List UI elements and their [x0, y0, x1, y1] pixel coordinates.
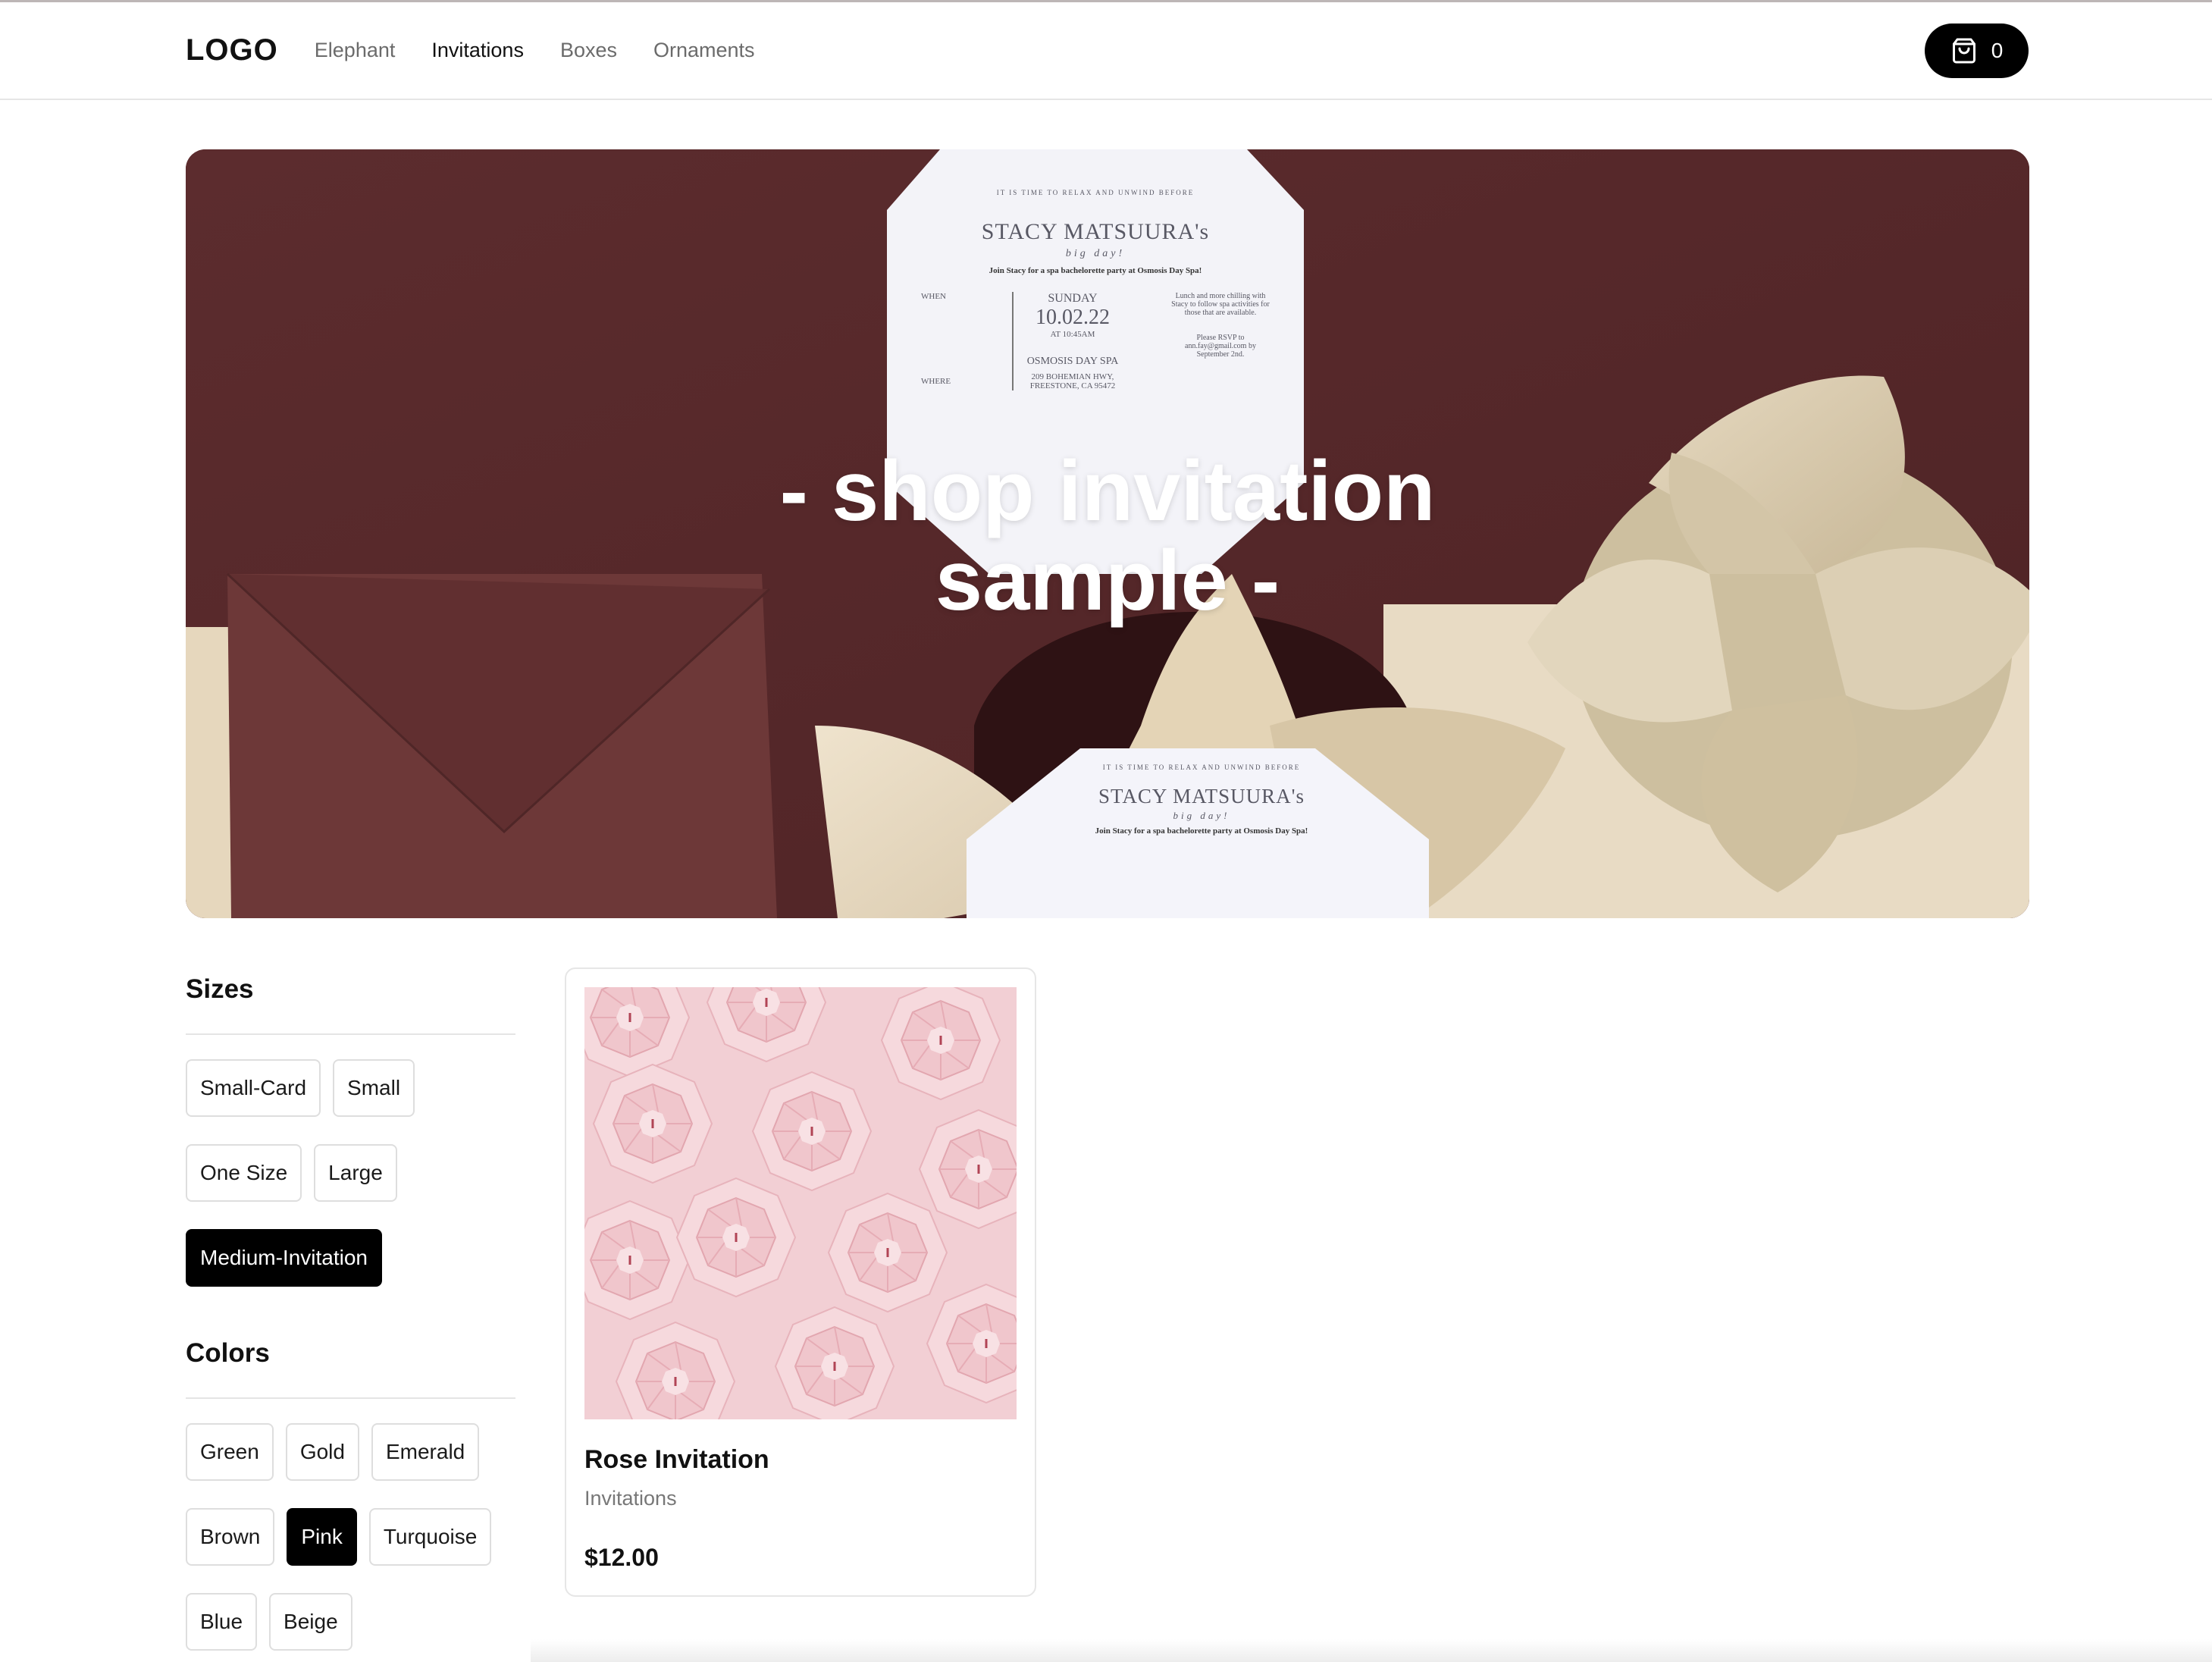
- colors-filter: Colors Green Gold Emerald Brown Pink Tur…: [186, 1329, 515, 1651]
- invitation-intro: Join Stacy for a spa bachelorette party …: [989, 266, 1202, 275]
- size-chip-small-card[interactable]: Small-Card: [186, 1059, 321, 1117]
- colors-divider: [186, 1397, 515, 1399]
- shopping-bag-icon: [1952, 38, 1975, 63]
- invitation-date: 10.02.22: [1036, 306, 1110, 329]
- invitation-bottom-name: STACY MATSUURA's: [1098, 785, 1305, 807]
- site-header: LOGO Elephant Invitations Boxes Ornament…: [0, 2, 2212, 100]
- product-image[interactable]: [584, 987, 1017, 1419]
- nav-link-invitations[interactable]: Invitations: [431, 39, 524, 62]
- nav-link-boxes[interactable]: Boxes: [560, 39, 617, 62]
- rose-pattern-image: [584, 987, 1017, 1419]
- invitation-bottom-tagline: big day!: [1173, 810, 1230, 821]
- color-chip-blue[interactable]: Blue: [186, 1593, 258, 1651]
- invitation-bottom-arc: IT IS TIME TO RELAX AND UNWIND BEFORE: [1102, 764, 1301, 771]
- color-chip-emerald[interactable]: Emerald: [371, 1423, 480, 1481]
- hero-title-line-1: - shop invitation: [779, 444, 1436, 538]
- invitation-day: SUNDAY: [1048, 292, 1098, 305]
- invitation-where-label: WHERE: [921, 377, 951, 386]
- invitation-labels: WHEN WHERE: [921, 292, 967, 390]
- size-chip-small[interactable]: Small: [333, 1059, 415, 1117]
- product-category: Invitations: [584, 1487, 677, 1510]
- color-chip-brown[interactable]: Brown: [186, 1508, 275, 1566]
- product-name[interactable]: Rose Invitation: [584, 1445, 769, 1475]
- colors-title: Colors: [186, 1338, 270, 1368]
- size-chip-large[interactable]: Large: [314, 1144, 397, 1202]
- color-chip-turquoise[interactable]: Turquoise: [368, 1508, 492, 1566]
- invitation-time: AT 10:45AM: [1050, 330, 1095, 339]
- invitation-side: Lunch and more chilling with Stacy to fo…: [1171, 292, 1270, 390]
- cart-button[interactable]: 0: [1925, 23, 2029, 78]
- invitation-when-label: WHEN: [921, 292, 946, 301]
- invitation-venue: OSMOSIS DAY SPA: [1026, 356, 1119, 367]
- invitation-rsvp: Please RSVP to ann.fay@gmail.com by Sept…: [1185, 334, 1256, 359]
- color-options: Green Gold Emerald Brown Pink Turquoise …: [186, 1423, 515, 1651]
- invitation-card-bottom: IT IS TIME TO RELAX AND UNWIND BEFORE ST…: [989, 764, 1414, 836]
- invitation-bottom-intro: Join Stacy for a spa bachelorette party …: [1095, 826, 1308, 836]
- product-card[interactable]: Rose Invitation Invitations $12.00: [565, 967, 1036, 1597]
- sizes-title: Sizes: [186, 974, 254, 1004]
- invitation-note: Lunch and more chilling with Stacy to fo…: [1171, 292, 1270, 317]
- hero-banner[interactable]: IT IS TIME TO RELAX AND UNWIND BEFORE ST…: [186, 149, 2029, 918]
- invitation-center: SUNDAY 10.02.22 AT 10:45AM OSMOSIS DAY S…: [1012, 292, 1126, 390]
- invitation-details: WHEN WHERE SUNDAY 10.02.22 AT 10:45AM OS…: [891, 292, 1300, 390]
- invitation-tagline: big day!: [1065, 248, 1126, 259]
- sizes-filter: Sizes Small-Card Small One Size Large Me…: [186, 965, 515, 1287]
- filters-sidebar: Sizes Small-Card Small One Size Large Me…: [186, 965, 515, 1651]
- hero-title-line-2: sample -: [935, 533, 1280, 628]
- cart-count: 0: [1991, 38, 2004, 62]
- color-chip-pink[interactable]: Pink: [287, 1508, 357, 1566]
- color-chip-green[interactable]: Green: [186, 1423, 274, 1481]
- color-chip-gold[interactable]: Gold: [285, 1423, 359, 1481]
- size-options: Small-Card Small One Size Large Medium-I…: [186, 1059, 515, 1287]
- nav-link-elephant[interactable]: Elephant: [315, 39, 396, 62]
- main-nav: Elephant Invitations Boxes Ornaments: [315, 39, 755, 62]
- size-chip-medium-invitation[interactable]: Medium-Invitation: [186, 1229, 382, 1287]
- window-bottom-shadow: [531, 1639, 2212, 1662]
- invitation-address: 209 BOHEMIAN HWY, FREESTONE, CA 95472: [1029, 372, 1116, 390]
- color-chip-beige[interactable]: Beige: [269, 1593, 352, 1651]
- product-price: $12.00: [584, 1544, 659, 1571]
- invitation-arc-text: IT IS TIME TO RELAX AND UNWIND BEFORE: [996, 189, 1195, 196]
- invitation-name: STACY MATSUURA's: [981, 219, 1210, 244]
- nav-link-ornaments[interactable]: Ornaments: [653, 39, 755, 62]
- page: LOGO Elephant Invitations Boxes Ornament…: [0, 0, 2212, 1662]
- sizes-divider: [186, 1033, 515, 1035]
- size-chip-one-size[interactable]: One Size: [186, 1144, 302, 1202]
- site-logo[interactable]: LOGO: [186, 33, 278, 67]
- hero-title: - shop invitation sample -: [186, 447, 2029, 626]
